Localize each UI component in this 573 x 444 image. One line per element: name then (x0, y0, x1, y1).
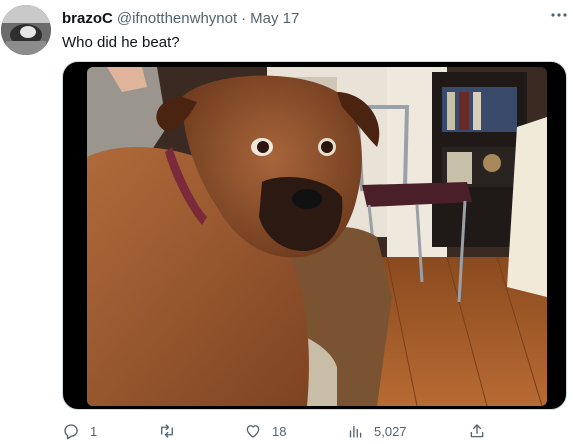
like-count: 18 (272, 423, 287, 439)
retweet-icon (161, 424, 173, 438)
retweet-button[interactable] (158, 420, 186, 442)
user-handle[interactable]: @ifnotthenwhynot (117, 10, 237, 27)
more-icon[interactable] (549, 8, 569, 22)
tweet-header: brazoC @ifnotthenwhynot · May 17 (62, 8, 563, 28)
tweet-actions: 1 18 5,027 (62, 420, 573, 442)
views-count: 5,027 (374, 423, 407, 439)
heart-icon (246, 425, 260, 438)
tweet-card[interactable]: brazoC @ifnotthenwhynot · May 17 Who did… (0, 0, 573, 444)
reply-button[interactable]: 1 (62, 420, 97, 442)
share-icon (470, 424, 484, 438)
views-icon (349, 425, 362, 438)
separator-dot: · (241, 9, 247, 27)
tweet-date[interactable]: May 17 (250, 10, 299, 27)
share-button[interactable] (468, 420, 486, 442)
avatar[interactable] (1, 5, 51, 55)
display-name[interactable]: brazoC (62, 10, 113, 27)
tweet-media[interactable] (62, 61, 567, 410)
views-button[interactable]: 5,027 (346, 420, 407, 442)
like-button[interactable]: 18 (244, 420, 286, 442)
reply-count: 1 (90, 423, 98, 439)
dog-photo (87, 67, 547, 406)
avatar-image (1, 5, 51, 55)
reply-icon (64, 424, 78, 440)
tweet-text: Who did he beat? (62, 34, 180, 51)
